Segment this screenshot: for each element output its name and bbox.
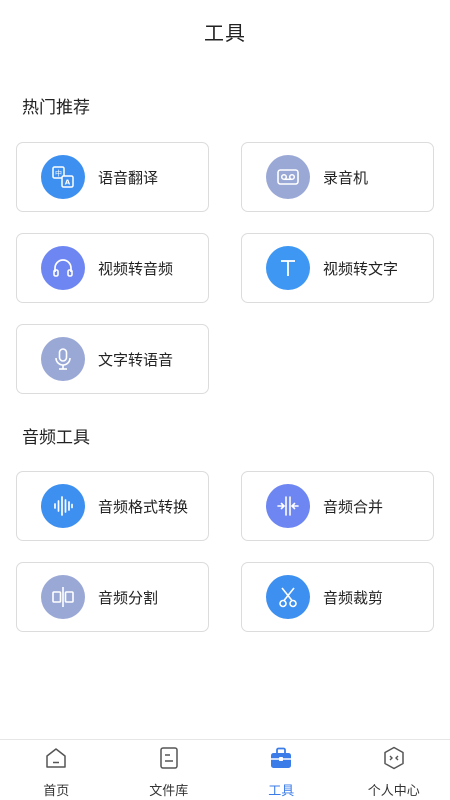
tool-label: 录音机 (323, 168, 369, 187)
tool-card-video-to-audio[interactable]: 视频转音频 (16, 233, 209, 303)
tool-card-audio-split[interactable]: 音频分割 (16, 562, 209, 632)
split-icon (41, 575, 85, 619)
waveform-icon (41, 484, 85, 528)
toolbox-icon (267, 744, 295, 772)
tab-label: 工具 (268, 784, 295, 799)
tool-card-video-to-text[interactable]: 视频转文字 (241, 233, 434, 303)
section-title-audio-tools: 音频工具 (22, 428, 90, 448)
tool-card-audio-format-convert[interactable]: 音频格式转换 (16, 471, 209, 541)
svg-text:A: A (65, 179, 71, 187)
tab-label: 个人中心 (367, 784, 420, 799)
tab-profile[interactable]: 个人中心 (338, 740, 450, 800)
page-title: 工具 (204, 20, 246, 45)
tab-label: 首页 (43, 784, 70, 799)
tool-label: 音频格式转换 (98, 497, 189, 516)
tool-card-audio-trim[interactable]: 音频裁剪 (241, 562, 434, 632)
tool-label: 音频合并 (323, 497, 384, 516)
tab-home[interactable]: 首页 (0, 740, 113, 800)
tool-label: 视频转文字 (323, 259, 399, 278)
headphones-icon (41, 246, 85, 290)
tab-file-library[interactable]: 文件库 (113, 740, 226, 800)
top-bar: 工具 (0, 0, 450, 62)
translate-icon: 中 A (41, 155, 85, 199)
scissors-icon (266, 575, 310, 619)
tool-card-voice-translate[interactable]: 中 A 语音翻译 (16, 142, 209, 212)
tool-label: 语音翻译 (98, 168, 159, 187)
tool-label: 视频转音频 (98, 259, 174, 278)
tool-card-audio-merge[interactable]: 音频合并 (241, 471, 434, 541)
tab-tools[interactable]: 工具 (225, 740, 338, 800)
merge-icon (266, 484, 310, 528)
microphone-icon (41, 337, 85, 381)
tool-card-recorder[interactable]: 录音机 (241, 142, 434, 212)
svg-text:中: 中 (55, 169, 62, 178)
section-title-hot: 热门推荐 (22, 98, 90, 118)
home-icon (42, 744, 70, 772)
tab-label: 文件库 (149, 784, 189, 799)
cassette-icon (266, 155, 310, 199)
bottom-tab-bar: 首页 文件库 工具 个人中心 (0, 739, 450, 800)
text-t-icon (266, 246, 310, 290)
file-icon (155, 744, 183, 772)
profile-icon (380, 744, 408, 772)
tool-label: 文字转语音 (98, 350, 174, 369)
tool-label: 音频分割 (98, 588, 159, 607)
tool-label: 音频裁剪 (323, 588, 384, 607)
tool-card-text-to-speech[interactable]: 文字转语音 (16, 324, 209, 394)
